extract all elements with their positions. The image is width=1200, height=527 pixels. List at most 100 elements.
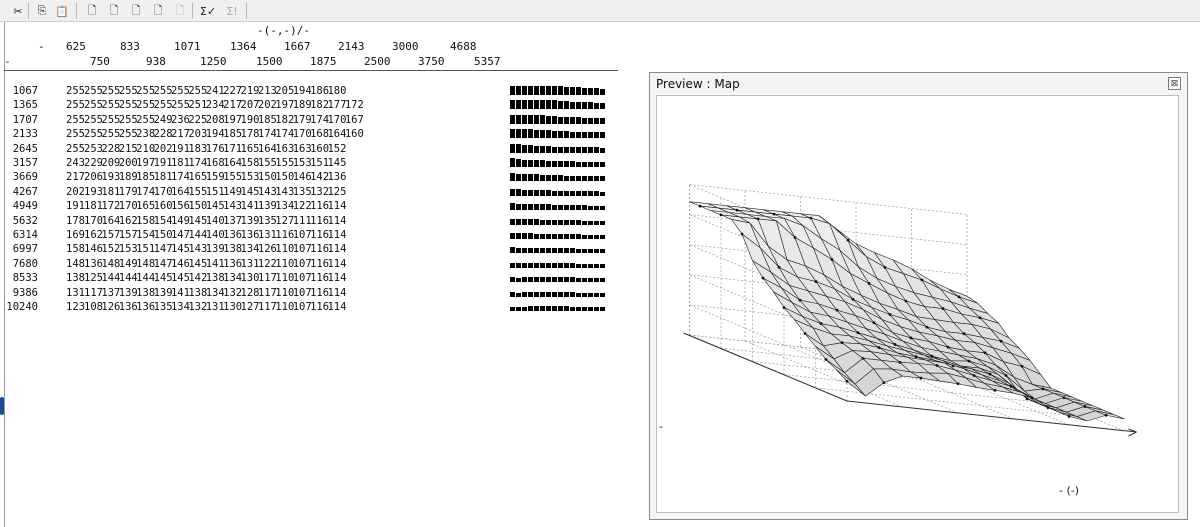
table-cell[interactable]: 153: [241, 171, 260, 183]
table-cell[interactable]: 160: [345, 128, 364, 140]
table-cell[interactable]: 149: [223, 186, 242, 198]
table-cell[interactable]: 158: [66, 243, 85, 255]
table-cell[interactable]: 122: [258, 258, 277, 270]
table-cell[interactable]: 170: [84, 215, 103, 227]
table-cell[interactable]: 243: [66, 157, 85, 169]
table-cell[interactable]: 116: [310, 200, 329, 212]
table-cell[interactable]: 132: [310, 186, 329, 198]
table-cell[interactable]: 158: [241, 157, 260, 169]
table-cell[interactable]: 116: [310, 272, 329, 284]
table-cell[interactable]: 185: [136, 171, 155, 183]
table-cell[interactable]: 136: [223, 258, 242, 270]
table-cell[interactable]: 127: [275, 215, 294, 227]
table-cell[interactable]: 253: [84, 143, 103, 155]
sum-icon[interactable]: Σ!: [224, 3, 240, 19]
copy-icon[interactable]: ⎘: [34, 3, 50, 19]
table-cell[interactable]: 236: [171, 114, 190, 126]
table-cell[interactable]: 174: [310, 114, 329, 126]
table-cell[interactable]: 146: [171, 258, 190, 270]
table-cell[interactable]: 145: [241, 186, 260, 198]
table-cell[interactable]: 255: [136, 99, 155, 111]
table-cell[interactable]: 107: [293, 272, 312, 284]
table-cell[interactable]: 138: [206, 272, 225, 284]
table-cell[interactable]: 114: [327, 243, 346, 255]
table-cell[interactable]: 138: [188, 287, 207, 299]
table-cell[interactable]: 162: [84, 229, 103, 241]
table-cell[interactable]: 159: [206, 171, 225, 183]
table-cell[interactable]: 145: [154, 272, 173, 284]
table-cell[interactable]: 193: [101, 171, 120, 183]
table-cell[interactable]: 136: [327, 171, 346, 183]
table-cell[interactable]: 134: [206, 287, 225, 299]
table-cell[interactable]: 181: [101, 186, 120, 198]
table-cell[interactable]: 191: [154, 157, 173, 169]
table-cell[interactable]: 143: [258, 186, 277, 198]
table-cell[interactable]: 145: [206, 200, 225, 212]
table-cell[interactable]: 148: [136, 258, 155, 270]
table-cell[interactable]: 150: [154, 229, 173, 241]
table-cell[interactable]: 219: [241, 85, 260, 97]
table-cell[interactable]: 207: [241, 99, 260, 111]
page-add-icon[interactable]: 🗋: [84, 3, 100, 19]
table-cell[interactable]: 190: [241, 114, 260, 126]
table-cell[interactable]: 111: [293, 215, 312, 227]
table-cell[interactable]: 128: [241, 287, 260, 299]
table-cell[interactable]: 255: [136, 85, 155, 97]
table-cell[interactable]: 131: [66, 287, 85, 299]
table-cell[interactable]: 143: [188, 243, 207, 255]
table-cell[interactable]: 135: [154, 301, 173, 313]
table-cell[interactable]: 143: [223, 200, 242, 212]
table-cell[interactable]: 117: [258, 301, 277, 313]
table-cell[interactable]: 134: [171, 301, 190, 313]
table-cell[interactable]: 215: [119, 143, 138, 155]
table-cell[interactable]: 255: [171, 99, 190, 111]
table-cell[interactable]: 202: [154, 143, 173, 155]
table-cell[interactable]: 139: [206, 243, 225, 255]
table-cell[interactable]: 145: [171, 243, 190, 255]
table-cell[interactable]: 228: [101, 143, 120, 155]
table-cell[interactable]: 116: [310, 258, 329, 270]
table-cell[interactable]: 107: [293, 258, 312, 270]
table-cell[interactable]: 146: [293, 171, 312, 183]
preview-window[interactable]: Preview : Map ⊠ - (-) -: [649, 72, 1188, 520]
table-cell[interactable]: 136: [84, 258, 103, 270]
table-cell[interactable]: 169: [66, 229, 85, 241]
table-cell[interactable]: 144: [119, 272, 138, 284]
table-cell[interactable]: 164: [101, 215, 120, 227]
table-cell[interactable]: 126: [101, 301, 120, 313]
page-remove-icon[interactable]: 🗋: [106, 3, 122, 19]
table-cell[interactable]: 114: [327, 200, 346, 212]
table-cell[interactable]: 140: [206, 229, 225, 241]
table-cell[interactable]: 107: [293, 229, 312, 241]
table-cell[interactable]: 131: [258, 229, 277, 241]
table-cell[interactable]: 144: [188, 229, 207, 241]
table-cell[interactable]: 110: [275, 243, 294, 255]
table-cell[interactable]: 255: [84, 99, 103, 111]
table-cell[interactable]: 150: [275, 171, 294, 183]
table-cell[interactable]: 182: [275, 114, 294, 126]
table-cell[interactable]: 152: [101, 243, 120, 255]
table-cell[interactable]: 157: [119, 229, 138, 241]
table-cell[interactable]: 178: [66, 215, 85, 227]
table-cell[interactable]: 164: [223, 157, 242, 169]
table-cell[interactable]: 130: [223, 301, 242, 313]
table-cell[interactable]: 174: [136, 186, 155, 198]
table-cell[interactable]: 147: [154, 258, 173, 270]
table-cell[interactable]: 107: [293, 301, 312, 313]
table-cell[interactable]: 144: [136, 272, 155, 284]
table-cell[interactable]: 151: [136, 243, 155, 255]
table-cell[interactable]: 139: [258, 200, 277, 212]
table-cell[interactable]: 132: [188, 301, 207, 313]
table-cell[interactable]: 255: [84, 114, 103, 126]
table-cell[interactable]: 217: [171, 128, 190, 140]
page-percent-icon[interactable]: 🗋: [150, 3, 166, 19]
table-cell[interactable]: 176: [206, 143, 225, 155]
table-cell[interactable]: 197: [136, 157, 155, 169]
table-cell[interactable]: 255: [101, 114, 120, 126]
table-cell[interactable]: 203: [188, 128, 207, 140]
table-cell[interactable]: 155: [258, 157, 277, 169]
table-cell[interactable]: 114: [327, 301, 346, 313]
table-cell[interactable]: 255: [84, 128, 103, 140]
table-cell[interactable]: 114: [327, 272, 346, 284]
table-cell[interactable]: 139: [241, 215, 260, 227]
